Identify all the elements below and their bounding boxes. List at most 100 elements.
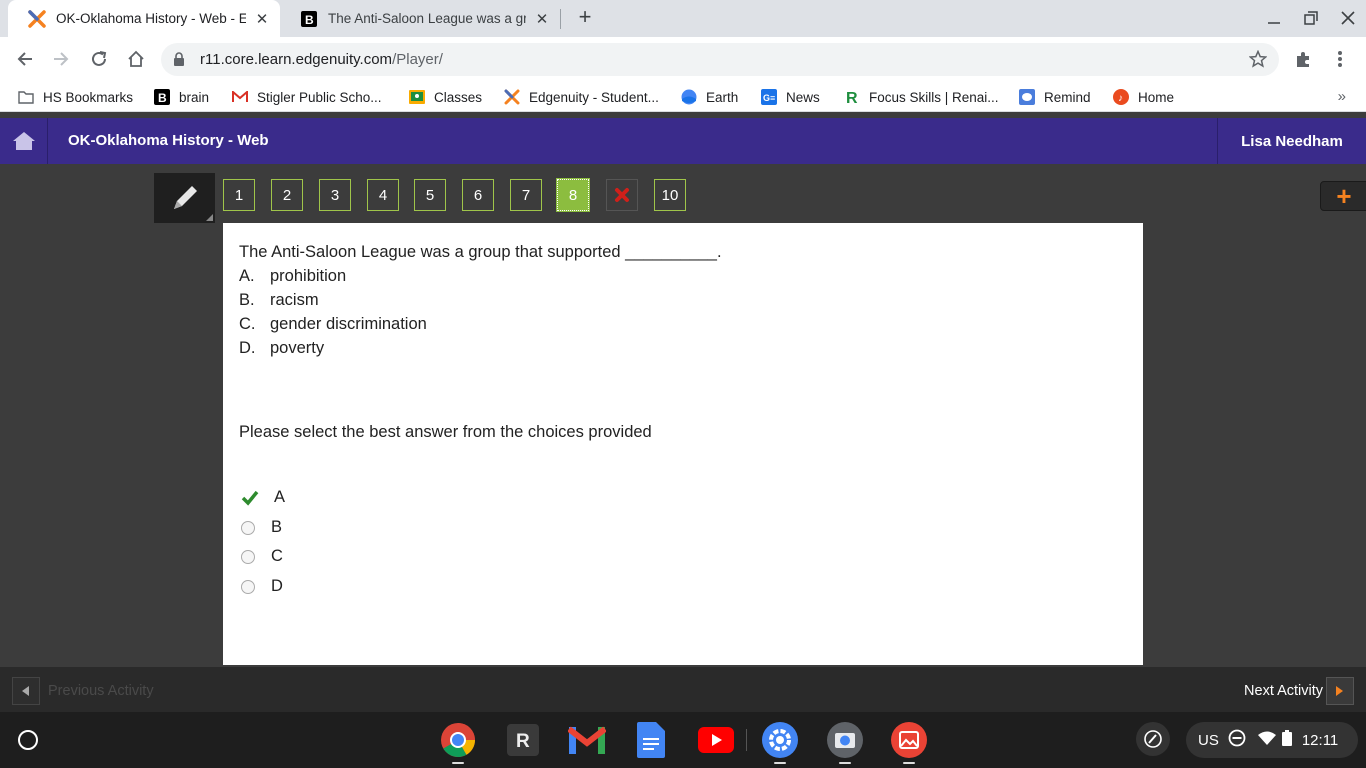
course-home-button[interactable] [0,118,48,164]
bookmarks-bar: HS Bookmarks B brain Stigler Public Scho… [0,82,1366,112]
chrome-app-icon[interactable] [438,720,478,764]
caret-right-icon [1336,686,1343,696]
status-tray[interactable]: US 12:11 [1186,722,1358,758]
address-bar[interactable]: r11.core.learn.edgenuity.com/Player/ [161,43,1279,76]
bookmark-remind[interactable]: Remind [1019,88,1091,106]
svg-text:♪: ♪ [1118,93,1123,104]
expand-tools-button[interactable]: + [1320,181,1366,211]
previous-activity-label[interactable]: Previous Activity [48,683,154,699]
close-tab-icon[interactable]: ✕ [252,9,272,29]
next-activity-label[interactable]: Next Activity [1244,683,1323,699]
course-title: OK-Oklahoma History - Web [68,132,269,149]
question-6-button[interactable]: 6 [462,179,494,211]
gmail-app-icon[interactable] [567,720,607,760]
close-window-icon[interactable] [1338,8,1358,28]
gmail-icon [232,89,248,105]
choice-letter: D. [239,339,256,357]
gallery-app-icon[interactable] [889,720,929,764]
activity-bar: Previous Activity Next Activity [0,667,1366,712]
back-arrow-icon[interactable] [13,47,37,71]
minimize-icon[interactable] [1264,8,1284,28]
radio-button[interactable] [241,520,255,535]
settings-app-icon[interactable] [760,720,800,764]
r-app-icon[interactable]: R [503,720,543,760]
choice-text: gender discrimination [270,315,427,333]
choice-b: B. racism [239,291,319,310]
question-10-button[interactable]: 10 [654,179,686,211]
bookmark-brain[interactable]: B brain [154,88,209,106]
choice-letter: C. [239,315,256,333]
bookmark-edgenuity[interactable]: Edgenuity - Student... [504,88,659,106]
tab-brainly[interactable]: B The Anti-Saloon League was a gr ✕ [280,0,560,37]
edgenuity-logo-icon [504,89,520,105]
forward-arrow-icon[interactable] [49,47,73,71]
do-not-disturb-icon [1228,729,1246,751]
bookmark-star-icon[interactable] [1248,49,1268,73]
url-text: r11.core.learn.edgenuity.com/Player/ [200,51,443,68]
bookmark-hs-bookmarks[interactable]: HS Bookmarks [18,88,133,106]
radio-button[interactable] [241,549,255,564]
home-icon[interactable] [124,47,148,71]
question-7-button[interactable]: 7 [510,179,542,211]
running-indicator [774,762,786,764]
choice-text: poverty [270,339,325,357]
youtube-app-icon[interactable] [696,720,736,760]
bookmark-label: brain [179,89,210,105]
next-activity-button[interactable] [1326,677,1354,705]
instructions: Please select the best answer from the c… [239,423,652,441]
menu-kebab-icon[interactable] [1328,47,1352,71]
choice-letter: A. [239,267,255,285]
restore-icon[interactable] [1301,8,1321,28]
answer-option-a[interactable]: A [241,488,285,507]
course-header: OK-Oklahoma History - Web Lisa Needham [0,118,1366,164]
lock-icon[interactable] [173,52,185,72]
reload-icon[interactable] [87,47,111,71]
launcher-icon[interactable] [18,730,38,750]
bookmark-label: Focus Skills | Renai... [869,89,999,105]
os-shelf: R US 12:11 [0,712,1366,768]
answer-option-d[interactable]: D [241,577,283,596]
docs-app-icon[interactable] [631,720,671,760]
choice-a: A. prohibition [239,267,346,286]
user-name[interactable]: Lisa Needham [1217,118,1366,164]
question-1-button[interactable]: 1 [223,179,255,211]
bookmark-stigler[interactable]: Stigler Public Scho... [232,88,382,106]
tab-edgenuity[interactable]: OK-Oklahoma History - Web - Edgenuity ✕ [8,0,280,37]
url-host: r11.core.learn.edgenuity.com [200,51,393,68]
google-news-icon: G≡ [761,89,777,105]
bookmark-earth[interactable]: Earth [681,88,738,106]
renaissance-logo-icon: R [844,89,860,105]
question-8-button[interactable]: 8 [556,178,590,212]
question-2-button[interactable]: 2 [271,179,303,211]
previous-activity-button[interactable] [12,677,40,705]
notes-button[interactable] [154,173,215,223]
running-indicator [452,762,464,764]
answer-option-b[interactable]: B [241,518,282,537]
bookmark-label: Home [1138,89,1175,105]
new-tab-icon[interactable]: + [573,6,597,30]
camera-app-icon[interactable] [825,720,865,764]
bookmark-focus-skills[interactable]: R Focus Skills | Renai... [844,88,999,106]
question-4-button[interactable]: 4 [367,179,399,211]
bookmark-classes[interactable]: Classes [409,88,482,106]
extensions-icon[interactable] [1291,47,1315,71]
shelf-separator [746,729,747,751]
radio-button[interactable] [241,579,255,594]
more-bookmarks-icon[interactable]: » [1338,88,1346,105]
question-5-button[interactable]: 5 [414,179,446,211]
answer-label: A [274,488,286,506]
keyboard-locale: US [1198,731,1219,749]
clock-time: 12:11 [1301,731,1339,749]
question-9-button[interactable] [606,179,638,211]
music-home-icon: ♪ [1113,89,1129,105]
bookmark-news[interactable]: G≡ News [761,88,820,106]
bookmark-home[interactable]: ♪ Home [1113,88,1174,106]
choice-c: C. gender discrimination [239,315,427,334]
svg-text:G≡: G≡ [763,93,775,103]
question-panel: The Anti-Saloon League was a group that … [223,223,1143,665]
stylus-tools-button[interactable] [1136,722,1170,756]
bookmark-label: Stigler Public Scho... [257,89,382,105]
question-3-button[interactable]: 3 [319,179,351,211]
answer-option-c[interactable]: C [241,547,283,566]
close-tab-icon[interactable]: ✕ [532,9,552,29]
